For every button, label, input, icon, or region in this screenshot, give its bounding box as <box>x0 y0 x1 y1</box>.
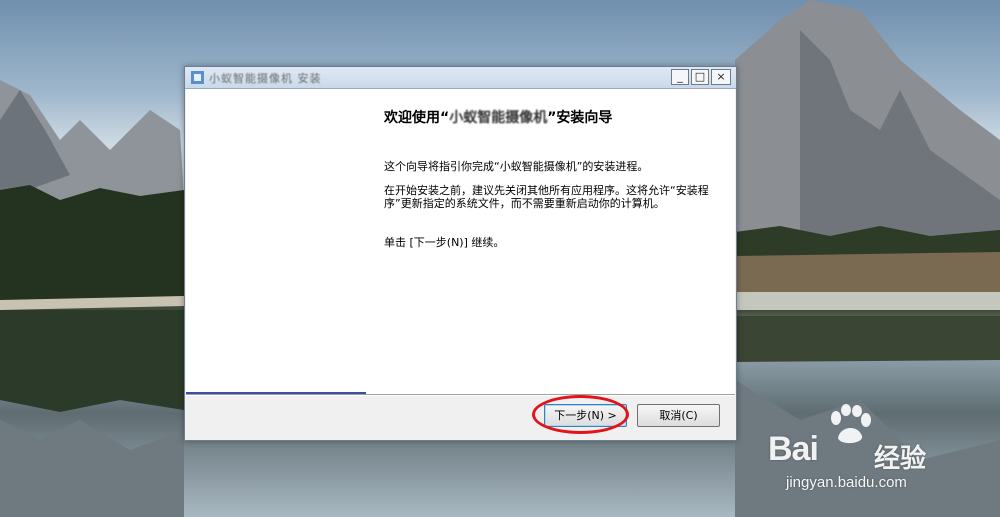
heading-app-name: 小蚁智能摄像机 <box>449 110 548 126</box>
close-button[interactable]: × <box>711 69 731 85</box>
paw-icon <box>831 404 871 444</box>
cancel-button[interactable]: 取消(C) <box>637 404 720 427</box>
wizard-heading: 欢迎使用“小蚁智能摄像机”安装向导 <box>384 107 612 127</box>
advice-text: 在开始安装之前，建议先关闭其他所有应用程序。这将允许“安装程序”更新指定的系统文… <box>384 184 709 210</box>
installer-window: 小蚁智能摄像机 安装 _ □ × 欢迎使用“小蚁智能摄像机”安装向导 这个向导将… <box>184 66 737 441</box>
heading-suffix: ”安装向导 <box>547 110 613 126</box>
title-bar[interactable]: 小蚁智能摄像机 安装 _ □ × <box>185 67 736 89</box>
installer-icon <box>191 71 204 84</box>
continue-hint: 单击 [下一步(N)] 继续。 <box>384 236 505 249</box>
watermark-url: jingyan.baidu.com <box>786 474 907 491</box>
watermark-brand: Bai <box>768 430 819 468</box>
divider-highlight <box>186 395 735 396</box>
intro-text: 这个向导将指引你完成“小蚁智能摄像机”的安装进程。 <box>384 160 649 173</box>
watermark-brand-cn: 经验 <box>874 443 927 473</box>
maximize-button[interactable]: □ <box>691 69 709 85</box>
heading-prefix: 欢迎使用“ <box>384 110 450 126</box>
highlight-circle <box>532 395 629 434</box>
wizard-side-panel <box>186 89 366 394</box>
wizard-content: 欢迎使用“小蚁智能摄像机”安装向导 这个向导将指引你完成“小蚁智能摄像机”的安装… <box>366 89 735 394</box>
minimize-button[interactable]: _ <box>671 69 689 85</box>
window-title: 小蚁智能摄像机 安装 <box>209 72 322 85</box>
